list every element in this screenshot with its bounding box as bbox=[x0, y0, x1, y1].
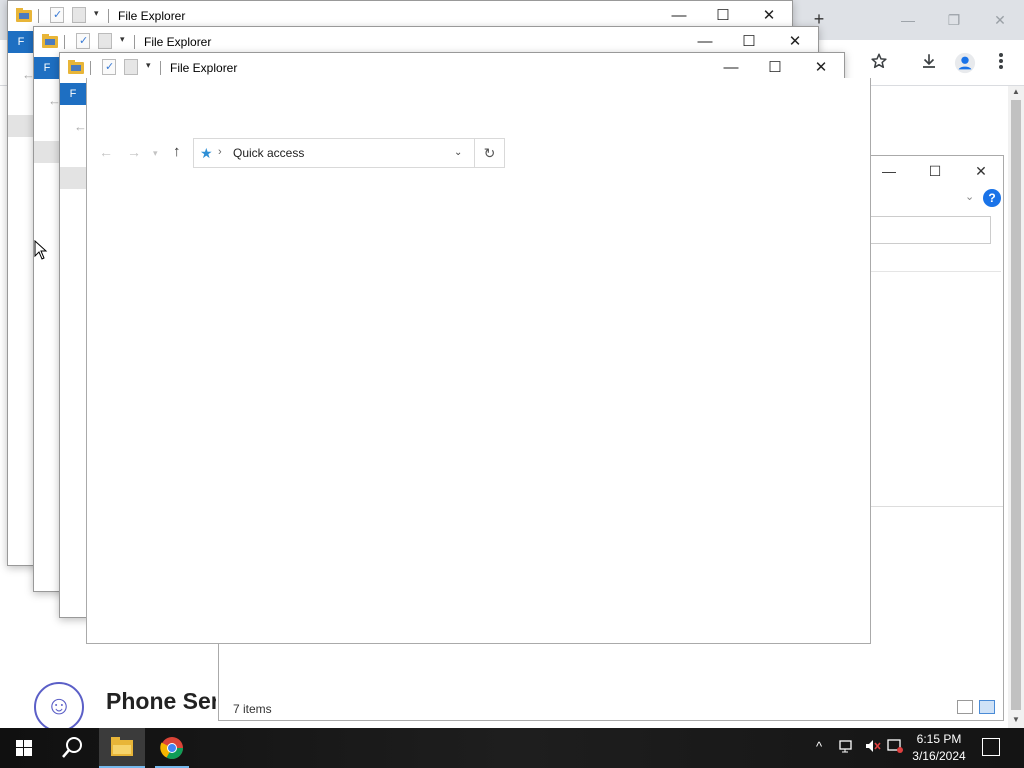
chrome-scrollbar[interactable]: ▲ ▼ bbox=[1008, 86, 1024, 728]
window-title: File Explorer bbox=[170, 61, 238, 75]
details-view-icon[interactable] bbox=[957, 700, 973, 714]
taskbar-file-explorer[interactable] bbox=[99, 728, 145, 768]
close-button[interactable]: ✕ bbox=[758, 5, 780, 27]
properties-icon[interactable] bbox=[102, 59, 116, 75]
folder-icon bbox=[42, 34, 58, 48]
close-button[interactable]: ✕ bbox=[784, 31, 806, 53]
notifications-icon[interactable] bbox=[982, 738, 1000, 756]
quick-access-star-icon: ★ bbox=[200, 145, 213, 161]
nav-pane-item[interactable] bbox=[34, 141, 60, 163]
bg-maximize-button[interactable]: ☐ bbox=[925, 161, 945, 181]
divider bbox=[90, 61, 91, 75]
bg-minimize-button[interactable]: — bbox=[879, 161, 899, 181]
window-title: File Explorer bbox=[144, 35, 212, 49]
chrome-logo-icon bbox=[160, 737, 183, 759]
system-clock[interactable]: 6:15 PM 3/16/2024 bbox=[904, 731, 974, 765]
maximize-button[interactable]: ☐ bbox=[738, 31, 760, 53]
start-button[interactable] bbox=[0, 728, 48, 768]
minimize-button[interactable]: — bbox=[668, 5, 690, 27]
search-input[interactable] bbox=[859, 216, 991, 244]
customize-toolbar-chevron-icon[interactable]: ▾ bbox=[120, 34, 125, 45]
clock-time: 6:15 PM bbox=[916, 732, 962, 746]
refresh-button[interactable]: ↻ bbox=[475, 138, 505, 168]
taskbar: ^ 6:15 PM 3/16/2024 bbox=[0, 728, 1024, 768]
bookmark-star-icon[interactable] bbox=[868, 52, 890, 74]
ribbon-expand-chevron-icon[interactable]: ⌄ bbox=[965, 190, 974, 203]
divider bbox=[160, 61, 161, 75]
phone-service-heading: Phone Ser bbox=[106, 688, 216, 714]
front-explorer-content: ← → ▾ ↑ ★ › Quick access ⌄ ↻ bbox=[86, 78, 871, 644]
minimize-button[interactable]: — bbox=[720, 57, 742, 79]
scroll-down-arrow-icon[interactable]: ▼ bbox=[1008, 714, 1024, 726]
scrollbar-thumb[interactable] bbox=[1011, 100, 1021, 710]
address-bar[interactable]: ★ › Quick access ⌄ bbox=[193, 138, 475, 168]
chrome-minimize-button[interactable]: — bbox=[898, 10, 918, 30]
properties-icon[interactable] bbox=[76, 33, 90, 49]
close-button[interactable]: ✕ bbox=[810, 57, 832, 79]
bg-close-button[interactable]: ✕ bbox=[971, 161, 991, 181]
volume-muted-icon[interactable] bbox=[864, 738, 882, 757]
customize-toolbar-chevron-icon[interactable]: ▾ bbox=[94, 8, 99, 19]
file-tab[interactable]: F bbox=[60, 83, 86, 105]
divider bbox=[134, 35, 135, 49]
chrome-close-button[interactable]: ✕ bbox=[990, 10, 1010, 30]
tray-overflow-chevron-icon[interactable]: ^ bbox=[816, 739, 822, 754]
window-title: File Explorer bbox=[118, 9, 186, 23]
new-folder-icon[interactable] bbox=[72, 7, 86, 23]
help-icon[interactable]: ? bbox=[983, 189, 1001, 207]
divider bbox=[108, 9, 109, 23]
new-folder-icon[interactable] bbox=[124, 59, 138, 75]
nav-pane-item[interactable] bbox=[8, 115, 34, 137]
clock-date: 3/16/2024 bbox=[912, 749, 966, 763]
maximize-button[interactable]: ☐ bbox=[712, 5, 734, 27]
new-folder-icon[interactable] bbox=[98, 33, 112, 49]
divider bbox=[38, 9, 39, 23]
folder-icon bbox=[111, 737, 133, 756]
folder-icon bbox=[68, 60, 84, 74]
chrome-menu-icon[interactable] bbox=[990, 52, 1012, 74]
properties-icon[interactable] bbox=[50, 7, 64, 23]
file-tab[interactable]: F bbox=[8, 31, 34, 53]
search-button[interactable] bbox=[50, 728, 94, 768]
download-icon[interactable] bbox=[918, 52, 940, 74]
profile-avatar-icon[interactable] bbox=[954, 52, 976, 74]
taskbar-chrome[interactable] bbox=[149, 728, 195, 768]
breadcrumb-chevron-icon[interactable]: › bbox=[218, 146, 222, 158]
address-text: Quick access bbox=[233, 146, 305, 160]
folder-icon bbox=[16, 8, 32, 22]
status-item-count: 7 items bbox=[233, 702, 272, 716]
minimize-button[interactable]: — bbox=[694, 31, 716, 53]
recent-locations-chevron-icon[interactable]: ▾ bbox=[153, 148, 158, 159]
network-icon[interactable] bbox=[838, 738, 854, 757]
chrome-restore-button[interactable]: ❐ bbox=[944, 10, 964, 30]
maximize-button[interactable]: ☐ bbox=[764, 57, 786, 79]
forward-button[interactable]: → bbox=[127, 144, 141, 160]
action-center-alert-icon[interactable] bbox=[886, 738, 904, 757]
up-button[interactable]: ↑ bbox=[173, 143, 181, 160]
divider bbox=[64, 35, 65, 49]
file-tab[interactable]: F bbox=[34, 57, 60, 79]
search-icon bbox=[62, 737, 82, 758]
smiley-avatar-icon: ☺ bbox=[34, 682, 84, 732]
back-button[interactable]: ← bbox=[99, 144, 113, 160]
large-icons-view-icon[interactable] bbox=[979, 700, 995, 714]
address-dropdown-chevron-icon[interactable]: ⌄ bbox=[454, 147, 462, 158]
customize-toolbar-chevron-icon[interactable]: ▾ bbox=[146, 60, 151, 71]
scroll-up-arrow-icon[interactable]: ▲ bbox=[1008, 86, 1024, 98]
divider bbox=[871, 271, 1001, 272]
nav-pane-item[interactable] bbox=[60, 167, 86, 189]
windows-logo-icon bbox=[16, 740, 32, 756]
divider bbox=[871, 506, 1003, 507]
